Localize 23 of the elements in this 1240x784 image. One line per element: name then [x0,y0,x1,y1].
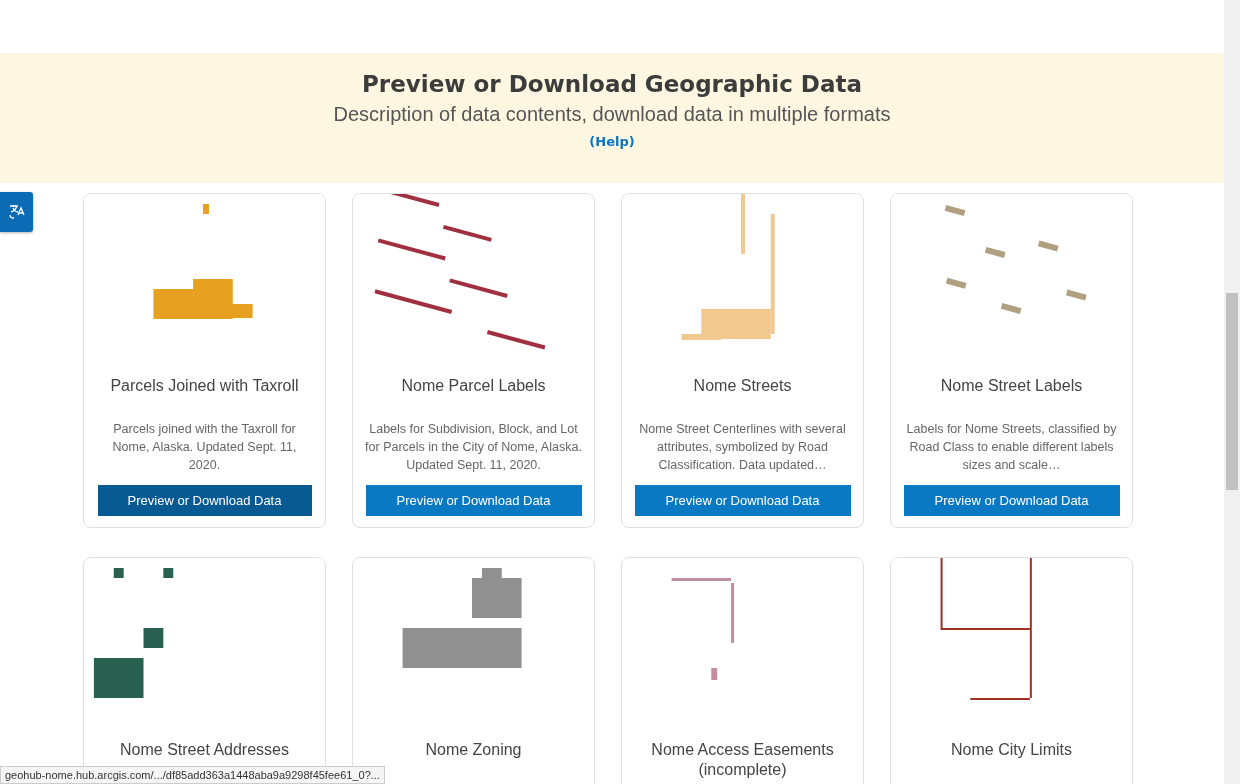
help-link[interactable]: (Help) [589,134,635,149]
translate-button[interactable] [0,192,33,232]
status-url: geohub-nome.hub.arcgis.com/.../df85add363a1448aba9a9298f45fee61_0?... [0,766,385,784]
card-description: Parcels joined with the Taxroll for Nome, Alaska. Updated Sept. 11, 2020. [111,421,298,474]
card-title: Nome City Limits [950,740,1073,760]
page-subtitle: Description of data contents, download data in multiple formats [333,103,891,126]
card-title: Parcels Joined with Taxroll [109,376,300,396]
card-title: Nome Access Easements (incomplete) [650,740,835,780]
preview-download-button[interactable]: Preview or Download Data [365,485,582,516]
card-title: Nome Street Labels [939,376,1084,396]
scrollbar[interactable] [1224,0,1240,784]
card-description: Labels for Subdivision, Block, and Lot for Parcels in the City of Nome, Alaska. Updated Sept. 11, 2020. [364,421,583,474]
preview-download-button[interactable]: Preview or Download Data [97,485,312,516]
card-description: Nome Street Centerlines with several attributes, symbolized by Road Classification. Data updated… [638,421,847,474]
translate-icon [7,203,26,221]
card-title: Nome Streets [692,376,793,396]
card-title: Nome Parcel Labels [400,376,547,396]
page-title: Preview or Download Geographic Data [362,71,862,97]
card-description: Labels for Nome Streets, classified by Road Class to enable different labels sizes and scale… [905,421,1118,474]
preview-download-button[interactable]: Preview or Download Data [634,485,851,516]
card-title: Nome Zoning [424,740,523,760]
card-title: Nome Street Addresses [119,740,290,760]
preview-download-button[interactable]: Preview or Download Data [903,485,1120,516]
